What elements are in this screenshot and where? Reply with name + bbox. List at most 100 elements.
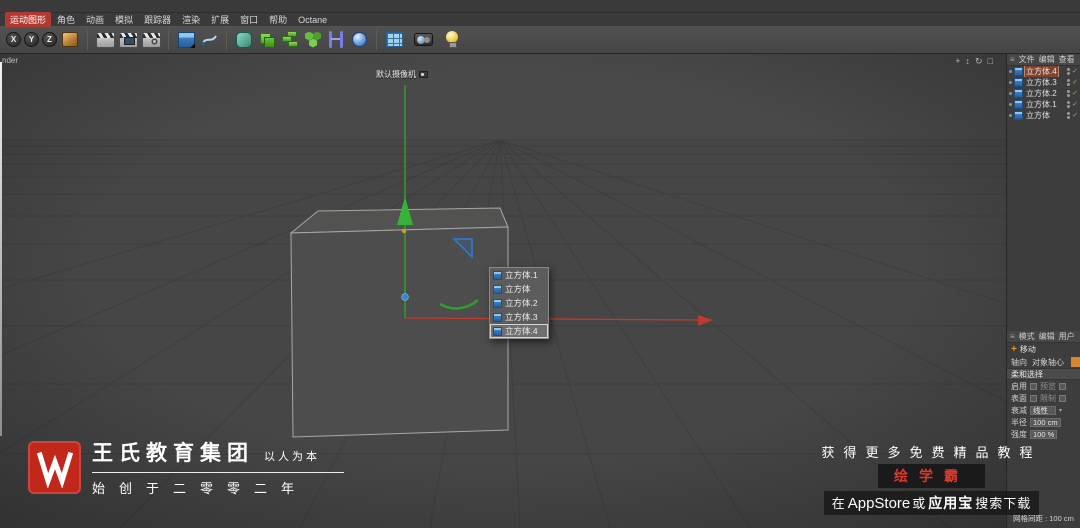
hexagon-cluster-icon: [304, 31, 322, 49]
menu-animate[interactable]: 动画: [81, 12, 109, 27]
attr-menu-mode[interactable]: 模式: [1019, 331, 1035, 342]
volume-builder-button[interactable]: [349, 30, 369, 50]
active-tool-row: + 移动: [1007, 343, 1080, 356]
render-view-button[interactable]: [95, 30, 115, 50]
object-row[interactable]: 立方体.3 ✓: [1007, 77, 1080, 88]
toggle-view-icon[interactable]: □: [988, 56, 993, 66]
tab-axis[interactable]: 轴向: [1011, 357, 1027, 368]
y-axis-lock-button[interactable]: Y: [24, 32, 39, 47]
enabled-check-icon[interactable]: ✓: [1072, 112, 1078, 119]
toolbar-separator: [168, 29, 169, 50]
menu-simulate[interactable]: 模拟: [110, 12, 138, 27]
toolbar-separator: [226, 29, 227, 50]
z-axis-lock-button[interactable]: Z: [42, 32, 57, 47]
object-toggles[interactable]: ✓: [1067, 90, 1078, 97]
cube-object-icon: [493, 312, 502, 322]
enabled-check-icon[interactable]: ✓: [1072, 90, 1078, 97]
render-settings-button[interactable]: [141, 30, 161, 50]
cloner-tile: [288, 40, 298, 47]
render-to-picture-viewer-button[interactable]: [118, 30, 138, 50]
menu-octane[interactable]: Octane: [293, 14, 332, 26]
toolbar-separator: [87, 29, 88, 50]
deformer-button[interactable]: [326, 30, 346, 50]
object-toggles[interactable]: ✓: [1067, 79, 1078, 86]
active-tab-marker[interactable]: [1071, 357, 1080, 367]
cloner-button[interactable]: [280, 30, 300, 50]
object-name: 立方体: [1026, 111, 1050, 120]
array-button[interactable]: [384, 30, 404, 50]
visibility-dots-icon[interactable]: [1067, 101, 1071, 108]
object-row[interactable]: 立方体 ✓: [1007, 110, 1080, 121]
object-picker-popup: 立方体.1 立方体 立方体.2 立方体.3 立方体.4: [489, 267, 549, 339]
coordinate-system-button[interactable]: [60, 30, 80, 50]
x-axis-lock-button[interactable]: X: [6, 32, 21, 47]
object-toggles[interactable]: ✓: [1067, 101, 1078, 108]
dolly-view-icon[interactable]: ↕: [966, 56, 971, 66]
visibility-dots-icon[interactable]: [1067, 79, 1071, 86]
limit-checkbox[interactable]: [1059, 394, 1066, 402]
subdivision-surface-button[interactable]: [234, 30, 254, 50]
popup-item[interactable]: 立方体.1: [490, 268, 548, 282]
popup-item-label: 立方体.3: [505, 312, 538, 322]
preview-checkbox[interactable]: [1059, 382, 1066, 390]
radius-label: 半径: [1011, 417, 1027, 427]
enable-checkbox[interactable]: [1030, 382, 1037, 390]
popup-item-selected[interactable]: 立方体.4: [490, 324, 548, 338]
strength-label: 强度: [1011, 429, 1027, 439]
popup-item[interactable]: 立方体: [490, 282, 548, 296]
popup-item[interactable]: 立方体.3: [490, 310, 548, 324]
radius-input[interactable]: 100 cm: [1030, 417, 1061, 427]
attr-menu-edit[interactable]: 编辑: [1039, 331, 1055, 342]
cube-object-icon: [1014, 67, 1023, 76]
attribute-tabs: 轴向 对象轴心: [1007, 356, 1080, 368]
object-toggles[interactable]: ✓: [1067, 68, 1078, 75]
popup-item[interactable]: 立方体.2: [490, 296, 548, 310]
menubar: 运动图形 角色 动画 模拟 跟踪器 渲染 扩展 窗口 帮助 Octane: [0, 12, 1080, 27]
picture-viewer-icon: [118, 31, 138, 48]
tab-object-axis[interactable]: 对象轴心: [1032, 357, 1064, 368]
menu-mograph[interactable]: 运动图形: [5, 12, 52, 27]
surface-checkbox[interactable]: [1030, 394, 1037, 402]
om-menu-edit[interactable]: 编辑: [1039, 54, 1055, 65]
menu-render[interactable]: 渲染: [177, 12, 205, 27]
enabled-check-icon[interactable]: ✓: [1072, 68, 1078, 75]
object-row[interactable]: 立方体.2 ✓: [1007, 88, 1080, 99]
cube-object-icon: [1014, 89, 1023, 98]
attr-menu-user[interactable]: 用户: [1059, 331, 1075, 342]
pen-spline-button[interactable]: [199, 30, 219, 50]
section-title: 柔和选择: [1011, 369, 1043, 379]
subdivision-surface-icon: [236, 31, 252, 48]
menu-character[interactable]: 角色: [52, 12, 80, 27]
object-row-selected[interactable]: 立方体.4 ✓: [1007, 66, 1080, 77]
enabled-check-icon[interactable]: ✓: [1072, 79, 1078, 86]
menu-window[interactable]: 窗口: [235, 12, 263, 27]
visibility-dots-icon[interactable]: [1067, 90, 1071, 97]
add-cube-button[interactable]: [176, 30, 196, 50]
strength-input[interactable]: 100 %: [1030, 429, 1058, 439]
menu-help[interactable]: 帮助: [264, 12, 292, 27]
fracture-button[interactable]: [303, 30, 323, 50]
object-toggles[interactable]: ✓: [1067, 112, 1078, 119]
camera-button[interactable]: [413, 30, 433, 50]
soft-selection-section[interactable]: 柔和选择: [1007, 368, 1080, 380]
pan-view-icon[interactable]: +: [955, 56, 960, 66]
light-button[interactable]: [442, 30, 462, 50]
panel-menu-icon[interactable]: ≡: [1010, 55, 1015, 64]
visibility-dots-icon[interactable]: [1067, 68, 1071, 75]
camera-mini-icon: [419, 71, 428, 78]
menu-extensions[interactable]: 扩展: [206, 12, 234, 27]
app-window: { "icons": { "hamburger": "≡", "check": …: [0, 0, 1080, 528]
panel-menu-icon[interactable]: ≡: [1010, 332, 1015, 341]
object-row[interactable]: 立方体.1 ✓: [1007, 99, 1080, 110]
falloff-dropdown[interactable]: 线性: [1030, 405, 1056, 415]
visibility-dots-icon[interactable]: [1067, 112, 1071, 119]
menu-tracker[interactable]: 跟踪器: [139, 12, 176, 27]
rotate-view-icon[interactable]: ↻: [975, 56, 983, 66]
om-menu-view[interactable]: 查看: [1059, 54, 1075, 65]
viewport-controls: + ↕ ↻ □: [955, 56, 993, 66]
object-name: 立方体.1: [1026, 100, 1057, 109]
popup-item-label: 立方体.1: [505, 270, 538, 280]
instance-button[interactable]: [257, 30, 277, 50]
enabled-check-icon[interactable]: ✓: [1072, 101, 1078, 108]
om-menu-file[interactable]: 文件: [1019, 54, 1035, 65]
